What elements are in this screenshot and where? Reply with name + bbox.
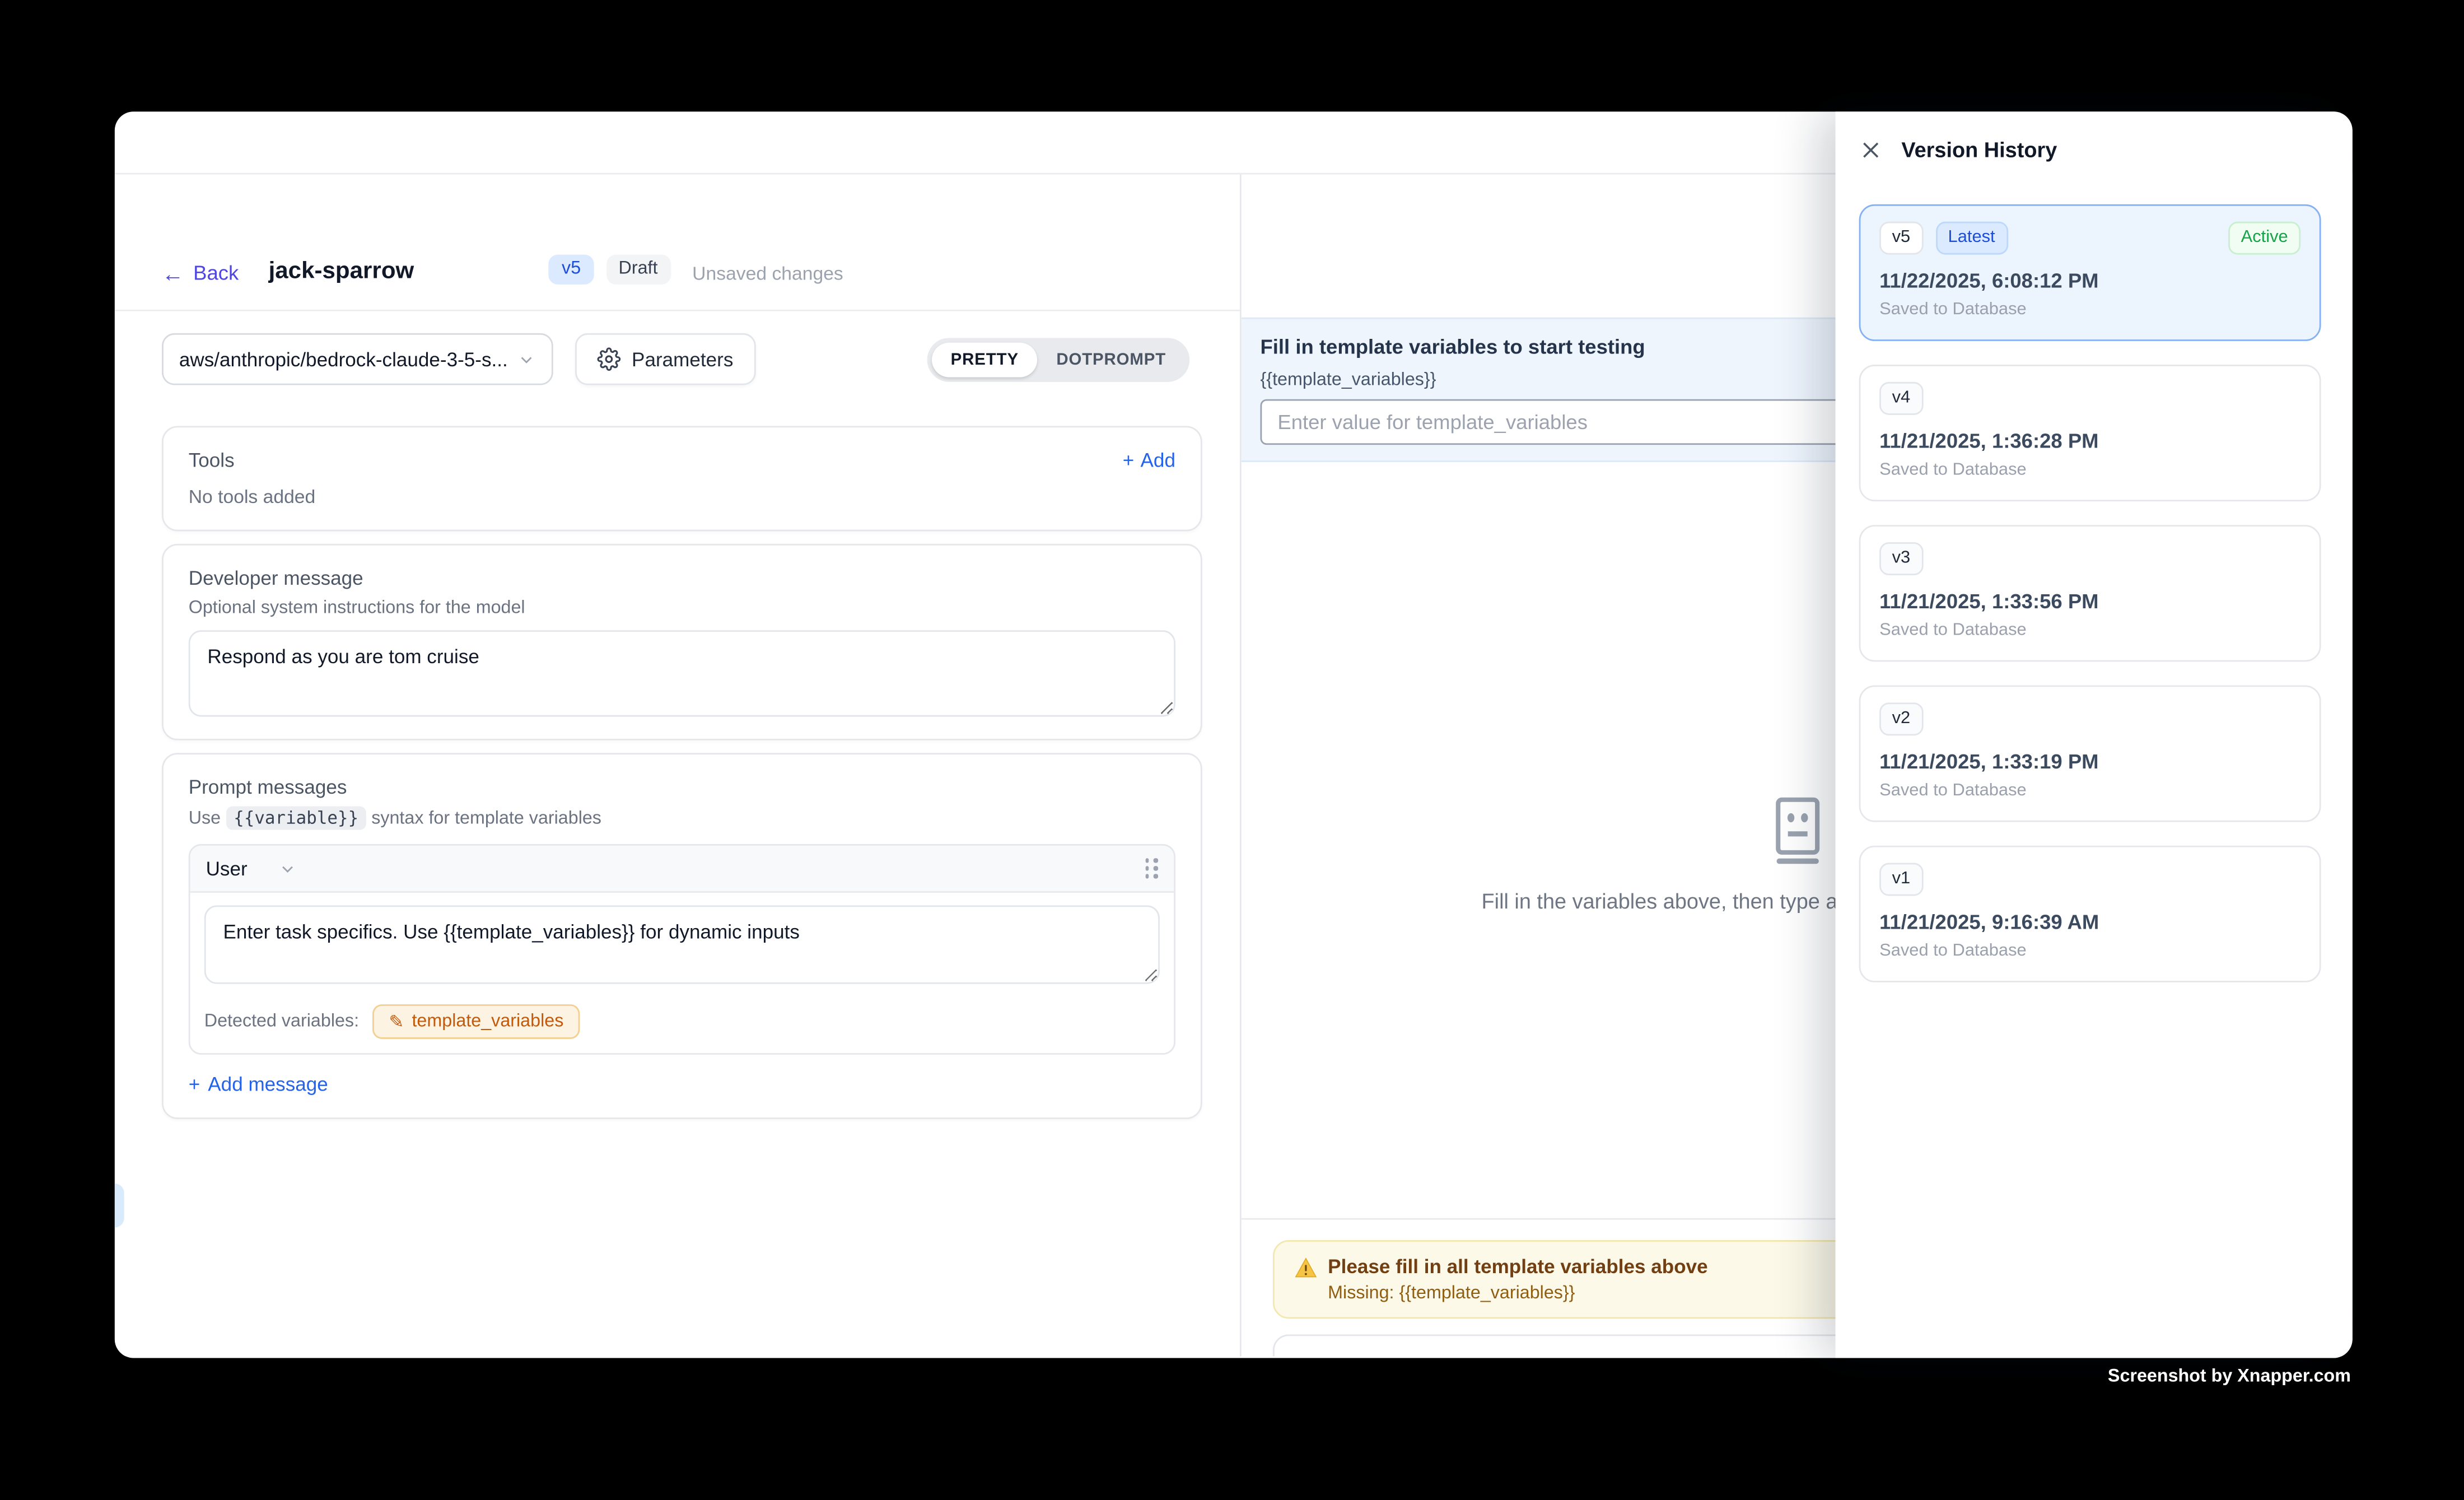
version-timestamp: 11/21/2025, 1:33:56 PM xyxy=(1879,589,2300,613)
pencil-icon: ✎ xyxy=(389,1010,404,1032)
message-header: User xyxy=(190,846,1174,893)
model-selector[interactable]: aws/anthropic/bedrock-claude-3-5-s... xyxy=(162,333,553,385)
message-block: User Enter task specifics. Use {{templat… xyxy=(189,844,1175,1055)
version-badges-row: v4 xyxy=(1879,382,2300,415)
version-timestamp: 11/21/2025, 1:33:19 PM xyxy=(1879,750,2300,774)
prompt-messages-subtitle: Use {{variable}} syntax for template var… xyxy=(189,808,1175,828)
prompt-messages-card: Prompt messages Use {{variable}} syntax … xyxy=(162,753,1202,1119)
subtitle-prefix: Use xyxy=(189,809,221,828)
back-arrow-icon: ← xyxy=(162,262,184,283)
developer-message-title: Developer message xyxy=(189,567,1175,589)
tools-title: Tools xyxy=(189,450,235,472)
prompt-editor-pane: ← Back jack-sparrow v5 Draft Unsaved cha… xyxy=(115,174,1242,1356)
template-variable-chip[interactable]: ✎ template_variables xyxy=(373,1004,579,1039)
add-tool-label: Add xyxy=(1141,450,1175,472)
version-timestamp: 11/22/2025, 6:08:12 PM xyxy=(1879,269,2300,292)
version-timestamp: 11/21/2025, 1:36:28 PM xyxy=(1879,429,2300,453)
version-number-badge: v4 xyxy=(1879,382,1923,415)
plus-icon: + xyxy=(1123,450,1135,472)
version-badge: v5 xyxy=(549,254,594,285)
left-edge-tab[interactable] xyxy=(115,1184,124,1228)
version-timestamp: 11/21/2025, 9:16:39 AM xyxy=(1879,910,2300,934)
version-list: v5 Latest Active 11/22/2025, 6:08:12 PM … xyxy=(1836,162,2353,982)
parameters-button[interactable]: Parameters xyxy=(575,333,755,385)
tools-empty-text: No tools added xyxy=(189,486,1175,507)
robot-face-icon xyxy=(1761,792,1833,864)
draft-badge: Draft xyxy=(606,254,670,285)
developer-message-input[interactable]: Respond as you are tom cruise xyxy=(189,630,1175,716)
warning-icon xyxy=(1295,1256,1317,1277)
model-controls-row: aws/anthropic/bedrock-claude-3-5-s... Pa… xyxy=(162,333,1202,385)
back-label: Back xyxy=(193,261,239,285)
view-mode-toggle: PRETTY DOTPROMPT xyxy=(927,337,1190,381)
variable-syntax-chip: {{variable}} xyxy=(226,807,366,830)
developer-message-card: Developer message Optional system instru… xyxy=(162,544,1202,740)
version-status: Saved to Database xyxy=(1879,781,2300,800)
version-card[interactable]: v5 Latest Active 11/22/2025, 6:08:12 PM … xyxy=(1859,204,2321,341)
version-number-badge: v1 xyxy=(1879,863,1923,896)
message-role-select[interactable]: User xyxy=(206,858,248,879)
message-content-input[interactable]: Enter task specifics. Use {{template_var… xyxy=(204,905,1160,984)
add-tool-button[interactable]: + Add xyxy=(1123,450,1175,472)
gear-icon xyxy=(597,347,620,371)
add-message-button[interactable]: + Add message xyxy=(189,1074,1175,1096)
unsaved-changes-text: Unsaved changes xyxy=(692,263,843,285)
version-card[interactable]: v4 11/21/2025, 1:36:28 PM Saved to Datab… xyxy=(1859,365,2321,501)
editor-scroll-area: aws/anthropic/bedrock-claude-3-5-s... Pa… xyxy=(115,311,1240,1119)
prompt-messages-title: Prompt messages xyxy=(189,776,1175,798)
version-number-badge: v2 xyxy=(1879,702,1923,735)
drag-handle-icon[interactable] xyxy=(1145,859,1158,878)
close-icon[interactable] xyxy=(1859,138,1883,162)
screenshot-stage: ← Back jack-sparrow v5 Draft Unsaved cha… xyxy=(0,0,2464,1499)
version-badges-row: v5 Latest Active xyxy=(1879,222,2300,255)
version-card[interactable]: v2 11/21/2025, 1:33:19 PM Saved to Datab… xyxy=(1859,685,2321,822)
page-title: jack-sparrow xyxy=(269,258,414,285)
version-status: Saved to Database xyxy=(1879,942,2300,961)
detected-variables-label: Detected variables: xyxy=(204,1012,359,1031)
template-variable-name: template_variables xyxy=(412,1012,563,1031)
toggle-pretty[interactable]: PRETTY xyxy=(932,342,1038,376)
title-row: ← Back jack-sparrow v5 Draft Unsaved cha… xyxy=(115,174,1240,311)
version-card[interactable]: v1 11/21/2025, 9:16:39 AM Saved to Datab… xyxy=(1859,846,2321,982)
version-status: Saved to Database xyxy=(1879,621,2300,640)
version-number-badge: v3 xyxy=(1879,542,1923,575)
add-message-label: Add message xyxy=(208,1074,328,1096)
detected-variables-row: Detected variables: ✎ template_variables xyxy=(190,993,1174,1053)
version-card[interactable]: v3 11/21/2025, 1:33:56 PM Saved to Datab… xyxy=(1859,525,2321,662)
chevron-down-icon xyxy=(279,859,298,878)
version-history-header: Version History xyxy=(1836,111,2353,162)
plus-icon: + xyxy=(189,1074,200,1096)
latest-badge: Latest xyxy=(1935,222,2008,255)
version-badges-row: v3 xyxy=(1879,542,2300,575)
developer-message-subtitle: Optional system instructions for the mod… xyxy=(189,599,1175,618)
back-button[interactable]: ← Back xyxy=(162,261,239,285)
tools-card: Tools + Add No tools added xyxy=(162,426,1202,531)
parameters-label: Parameters xyxy=(632,348,733,370)
version-status: Saved to Database xyxy=(1879,460,2300,479)
model-selector-value: aws/anthropic/bedrock-claude-3-5-s... xyxy=(179,348,507,370)
version-badges-row: v1 xyxy=(1879,863,2300,896)
version-history-title: Version History xyxy=(1901,138,2057,162)
toggle-dotprompt[interactable]: DOTPROMPT xyxy=(1038,342,1185,376)
warning-title: Please fill in all template variables ab… xyxy=(1328,1256,1707,1278)
version-history-panel: Version History v5 Latest Active 11/22/2… xyxy=(1836,111,2353,1358)
active-badge: Active xyxy=(2228,222,2300,255)
version-number-badge: v5 xyxy=(1879,222,1923,255)
subtitle-suffix: syntax for template variables xyxy=(371,809,601,828)
chevron-down-icon xyxy=(517,350,536,369)
version-badges-row: v2 xyxy=(1879,702,2300,735)
version-status: Saved to Database xyxy=(1879,300,2300,319)
screenshot-credit: Screenshot by Xnapper.com xyxy=(2108,1367,2351,1386)
